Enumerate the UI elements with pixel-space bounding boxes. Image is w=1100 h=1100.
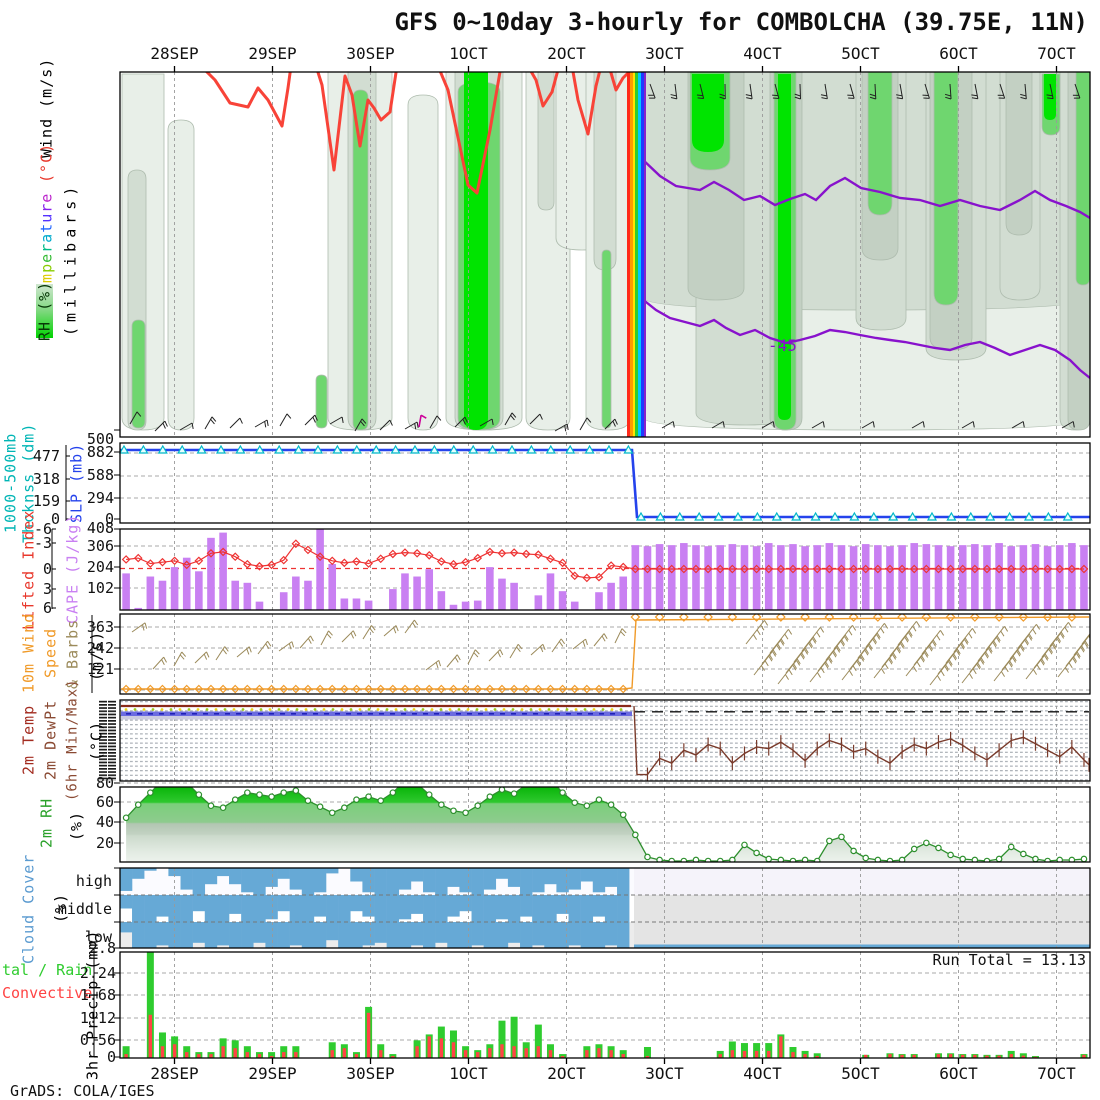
thickness-tick: 318: [33, 470, 60, 488]
slp-tick: 882: [87, 443, 114, 461]
cape-tick: 408: [87, 519, 114, 537]
precip-tick: 0.56: [80, 1031, 116, 1049]
rainbow-letter: e: [38, 253, 56, 263]
thickness-tick: 0: [51, 510, 60, 528]
axis-label-minmax: (6hr Min/Max): [64, 692, 81, 788]
cloud-row-label: high: [76, 872, 112, 890]
axis-label-2m-dewpt: 2m DewPt: [42, 696, 59, 784]
axis-label-millibars: (millibars): [62, 180, 79, 338]
rainbow-letter: r: [38, 243, 56, 253]
axis-label-rh: RH (%): [36, 284, 53, 338]
rainbow-letter: e: [38, 193, 56, 203]
thickness-tick: 477: [33, 447, 60, 465]
rainbow-letter: t: [38, 223, 56, 233]
axis-label-slp: SLP (mb): [68, 442, 85, 524]
slp-tick: 294: [87, 489, 114, 507]
upper-air-panel: [120, 66, 1090, 437]
day-label-top: 1OCT: [449, 44, 488, 63]
day-label-top: 28SEP: [150, 44, 198, 63]
axis-label-temperature: Temperature (°C): [38, 148, 55, 298]
day-label-bottom: 5OCT: [841, 1064, 880, 1083]
cloud-row-label: middle: [58, 900, 112, 918]
day-label-bottom: 7OCT: [1037, 1064, 1076, 1083]
day-label-bottom: 28SEP: [150, 1064, 198, 1083]
wind-speed-tick: 363: [87, 618, 114, 636]
axis-label-speed: Speed: [42, 622, 59, 684]
day-label-top: 3OCT: [645, 44, 684, 63]
slp-tick: 588: [87, 466, 114, 484]
day-label-top: 6OCT: [939, 44, 978, 63]
day-label-bottom: 6OCT: [939, 1064, 978, 1083]
rainbow-letter: u: [38, 213, 56, 223]
temp2m-panel: [99, 700, 1090, 782]
lifted-index-tick: 3: [43, 580, 52, 598]
day-label-top: 2OCT: [547, 44, 586, 63]
temperature-unit: (°C): [38, 143, 56, 193]
day-label-top: 5OCT: [841, 44, 880, 63]
axis-label-2m-temp: 2m Temp: [20, 698, 37, 782]
axis-unit-rh-pct: (%): [68, 806, 85, 846]
rainbow-letter: p: [38, 263, 56, 273]
day-label-top: 30SEP: [346, 44, 394, 63]
axis-label-10m-wind: 10m Wind: [20, 610, 37, 696]
slp-panel: [66, 443, 1090, 523]
precip-tick: 1.68: [80, 986, 116, 1004]
day-label-top: 4OCT: [743, 44, 782, 63]
rh-tick: 40: [96, 813, 114, 831]
axis-label-cape: CAPE (J/kg): [64, 524, 81, 614]
cape-tick: 102: [87, 579, 114, 597]
contour-label-minus45: -45: [768, 336, 797, 355]
cape-panel: [52, 529, 1090, 610]
day-label-bottom: 2OCT: [547, 1064, 586, 1083]
day-label-bottom: 3OCT: [645, 1064, 684, 1083]
wind-speed-tick: 121: [87, 660, 114, 678]
lifted-index-tick: -3: [34, 534, 52, 552]
rh-tick: 60: [96, 793, 114, 811]
wind10m-border: [92, 614, 1090, 694]
day-label-bottom: 30SEP: [346, 1064, 394, 1083]
axis-label-cloud-cover: Cloud Cover: [20, 864, 37, 954]
precip-legend-convective: Convective: [2, 984, 92, 1002]
meteogram-page: { "title": "GFS 0~10day 3-hourly for COM…: [0, 0, 1100, 1100]
precip-tick: 1.12: [80, 1009, 116, 1027]
axis-label-wind: Wind (m/s): [38, 60, 55, 155]
wind10m-panel: [120, 613, 1100, 694]
axis-unit-degc: (°C): [88, 718, 105, 764]
thickness-tick: 159: [33, 492, 60, 510]
lifted-index-tick: 6: [43, 599, 52, 617]
wind-speed-tick: 242: [87, 639, 114, 657]
rainbow-letter: a: [38, 233, 56, 243]
precip-tick: 2.24: [80, 964, 116, 982]
precip-legend-total: tal / Rain: [2, 961, 92, 979]
axis-label-thickness-1: 1000-500mb: [2, 440, 19, 526]
day-label-bottom: 4OCT: [743, 1064, 782, 1083]
meteogram-canvas: [0, 0, 1100, 1100]
cloud-panel: [114, 868, 1090, 948]
grads-credit: GrADS: COLA/IGES: [10, 1082, 155, 1100]
day-label-top: 29SEP: [248, 44, 296, 63]
precip-tick: 0: [107, 1048, 116, 1066]
lifted-index-tick: 0: [43, 560, 52, 578]
axis-label-2m-rh: 2m RH: [38, 790, 55, 856]
day-label-top: 7OCT: [1037, 44, 1076, 63]
rainbow-letter: r: [38, 203, 56, 213]
rh-tick: 20: [96, 834, 114, 852]
cape-tick: 204: [87, 558, 114, 576]
day-label-bottom: 1OCT: [449, 1064, 488, 1083]
rh-tick: 80: [96, 774, 114, 792]
page-title: GFS 0~10day 3-hourly for COMBOLCHA (39.7…: [120, 8, 1088, 36]
cape-tick: 306: [87, 537, 114, 555]
day-label-bottom: 29SEP: [248, 1064, 296, 1083]
precip-tick: 2.8: [89, 939, 116, 957]
run-total: Run Total = 13.13: [932, 951, 1086, 969]
